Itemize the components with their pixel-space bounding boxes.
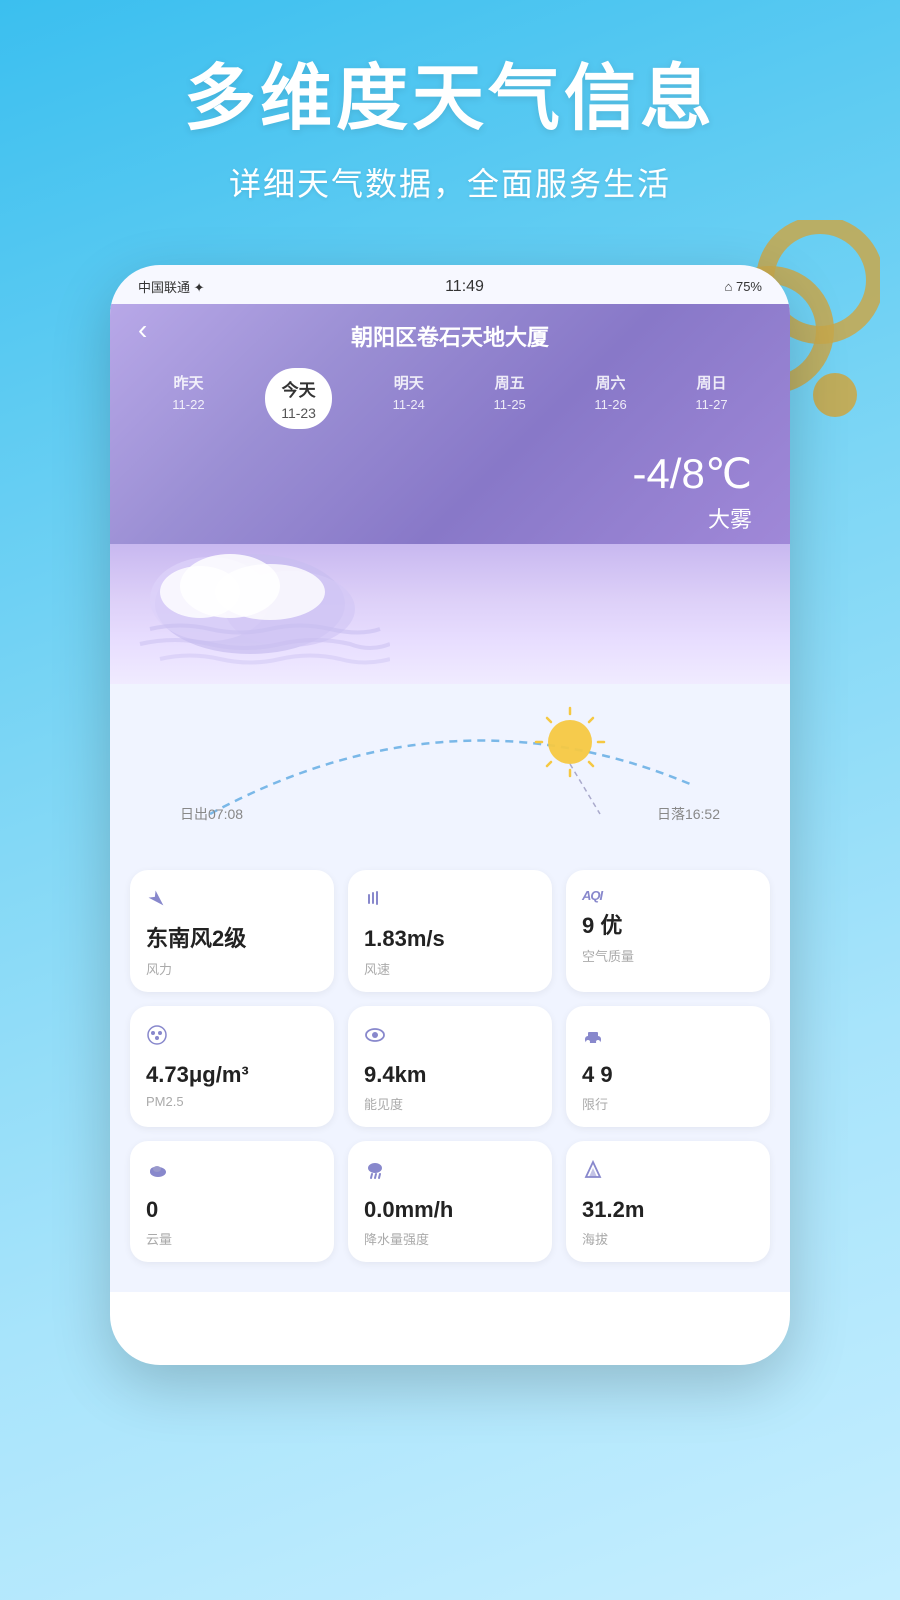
wind-speed-value: 1.83m/s (364, 926, 536, 952)
weather-header: ‹ 朝阳区卷石天地大厦 昨天 11-22 今天 11-23 明天 11-24 周… (110, 304, 790, 544)
wind-direction-value: 东南风2级 (146, 926, 318, 952)
altitude-icon (582, 1159, 754, 1187)
info-grid: 东南风2级 风力 1.83m/s 风速 AQI 9 优 空气质量 (110, 854, 790, 1292)
traffic-icon (582, 1024, 754, 1052)
day-item-friday[interactable]: 周五 11-25 (486, 368, 534, 429)
cloud-value: 0 (146, 1197, 318, 1223)
location-title: 朝阳区卷石天地大厦 (138, 320, 762, 352)
rain-value: 0.0mm/h (364, 1197, 536, 1223)
temperature-display: -4/8℃ 大雾 (138, 449, 762, 544)
pm25-value: 4.73μg/m³ (146, 1062, 318, 1088)
wind-speed-label: 风速 (364, 959, 536, 978)
traffic-card: 4 9 限行 (566, 1006, 770, 1127)
wind-speed-card: 1.83m/s 风速 (348, 870, 552, 991)
visibility-icon (364, 1024, 536, 1052)
visibility-value: 9.4km (364, 1062, 536, 1088)
hero-section: 多维度天气信息 详细天气数据，全面服务生活 (0, 0, 900, 235)
aqi-icon: AQI (582, 888, 754, 903)
pm25-icon (146, 1024, 318, 1052)
aqi-label: 空气质量 (582, 946, 754, 965)
temperature-value: -4/8℃ (138, 449, 752, 498)
wind-direction-card: 东南风2级 风力 (130, 870, 334, 991)
altitude-value: 31.2m (582, 1197, 754, 1223)
visibility-card: 9.4km 能见度 (348, 1006, 552, 1127)
day-item-today[interactable]: 今天 11-23 (265, 368, 332, 429)
aqi-card: AQI 9 优 空气质量 (566, 870, 770, 991)
wind-direction-label: 风力 (146, 959, 318, 978)
time: 11:49 (445, 278, 484, 296)
cloud-icon (130, 544, 390, 674)
cloud-card: 0 云量 (130, 1141, 334, 1262)
status-bar: 中国联通 ✦ 11:49 ⌂ 75% (110, 265, 790, 304)
fog-area (110, 544, 790, 684)
wind-speed-icon (364, 888, 536, 916)
cloud-label: 云量 (146, 1229, 318, 1248)
cloud-card-icon (146, 1159, 318, 1187)
sun-arc-container: 日出07:08 日落16:52 (140, 704, 760, 834)
back-button[interactable]: ‹ (138, 314, 147, 346)
wind-direction-icon (146, 888, 318, 916)
hero-subtitle: 详细天气数据，全面服务生活 (50, 159, 850, 205)
day-item-tomorrow[interactable]: 明天 11-24 (385, 368, 433, 429)
sunrise-label: 日出07:08 (180, 804, 243, 824)
day-selector: 昨天 11-22 今天 11-23 明天 11-24 周五 11-25 周六 1… (138, 368, 762, 429)
sunset-label: 日落16:52 (657, 804, 720, 824)
pm25-label: PM2.5 (146, 1094, 318, 1109)
visibility-label: 能见度 (364, 1094, 536, 1113)
altitude-label: 海拔 (582, 1229, 754, 1248)
hero-title: 多维度天气信息 (50, 60, 850, 139)
day-item-yesterday[interactable]: 昨天 11-22 (164, 368, 212, 429)
day-item-saturday[interactable]: 周六 11-26 (586, 368, 634, 429)
rain-card: 0.0mm/h 降水量强度 (348, 1141, 552, 1262)
day-item-sunday[interactable]: 周日 11-27 (687, 368, 735, 429)
aqi-value: 9 优 (582, 913, 754, 939)
sun-arc-section: 日出07:08 日落16:52 (110, 684, 790, 854)
traffic-value: 4 9 (582, 1062, 754, 1088)
carrier: 中国联通 ✦ (138, 277, 205, 296)
rain-label: 降水量强度 (364, 1229, 536, 1248)
pm25-card: 4.73μg/m³ PM2.5 (130, 1006, 334, 1127)
battery: ⌂ 75% (725, 279, 762, 294)
traffic-label: 限行 (582, 1094, 754, 1113)
altitude-card: 31.2m 海拔 (566, 1141, 770, 1262)
phone-frame: 中国联通 ✦ 11:49 ⌂ 75% ‹ 朝阳区卷石天地大厦 昨天 11-22 … (110, 265, 790, 1365)
rain-icon (364, 1159, 536, 1187)
weather-description: 大雾 (138, 502, 752, 534)
